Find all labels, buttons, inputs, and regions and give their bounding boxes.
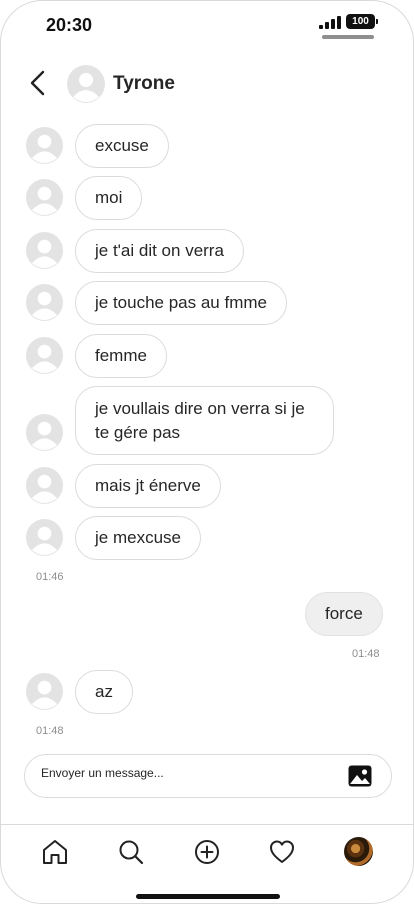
message-bubble[interactable]: femme	[75, 334, 167, 378]
sender-avatar	[26, 673, 63, 710]
message-bubble[interactable]: je voullais dire on verra si je te gére …	[75, 386, 334, 455]
send-photo-button[interactable]	[347, 764, 373, 788]
home-icon	[43, 840, 67, 864]
image-icon	[348, 765, 372, 787]
sender-avatar	[26, 414, 63, 451]
message-bubble[interactable]: az	[75, 670, 133, 714]
sender-avatar	[26, 284, 63, 321]
chevron-left-icon	[30, 70, 45, 96]
nav-search[interactable]	[116, 837, 146, 867]
message-bubble[interactable]: excuse	[75, 124, 169, 168]
sender-avatar	[26, 232, 63, 269]
nav-home[interactable]	[40, 837, 70, 867]
heart-icon	[270, 840, 294, 863]
home-indicator	[136, 894, 280, 899]
signal-icon	[319, 15, 341, 29]
back-button[interactable]	[25, 67, 51, 99]
message-input[interactable]	[41, 766, 331, 780]
contact-name[interactable]: Tyrone	[113, 73, 175, 95]
contact-avatar[interactable]	[67, 65, 105, 103]
battery-icon: 100	[346, 14, 378, 29]
status-time: 20:30	[46, 15, 93, 35]
message-composer	[24, 754, 392, 798]
sender-avatar	[26, 519, 63, 556]
message-bubble[interactable]: je t'ai dit on verra	[75, 229, 244, 273]
message-bubble[interactable]: je mexcuse	[75, 516, 201, 560]
sender-avatar	[26, 467, 63, 504]
nav-activity[interactable]	[267, 837, 297, 867]
message-timestamp: 01:48	[36, 725, 64, 737]
message-timestamp: 01:48	[352, 648, 380, 660]
search-icon	[119, 840, 144, 865]
sender-avatar	[26, 127, 63, 164]
message-bubble[interactable]: je touche pas au fmme	[75, 281, 287, 325]
phone-frame: 20:30 100 Tyrone excuse moi je t'ai dit …	[0, 0, 414, 904]
message-bubble[interactable]: mais jt énerve	[75, 464, 221, 508]
sender-avatar	[26, 337, 63, 374]
my-message-bubble[interactable]: force	[305, 592, 383, 636]
nav-divider	[1, 824, 413, 825]
message-bubble[interactable]: moi	[75, 176, 143, 220]
status-indicator-bar	[322, 35, 374, 39]
sender-avatar	[26, 179, 63, 216]
plus-circle-icon	[195, 840, 219, 864]
nav-create[interactable]	[192, 837, 222, 867]
profile-avatar[interactable]	[344, 837, 373, 866]
message-timestamp: 01:46	[36, 571, 64, 583]
